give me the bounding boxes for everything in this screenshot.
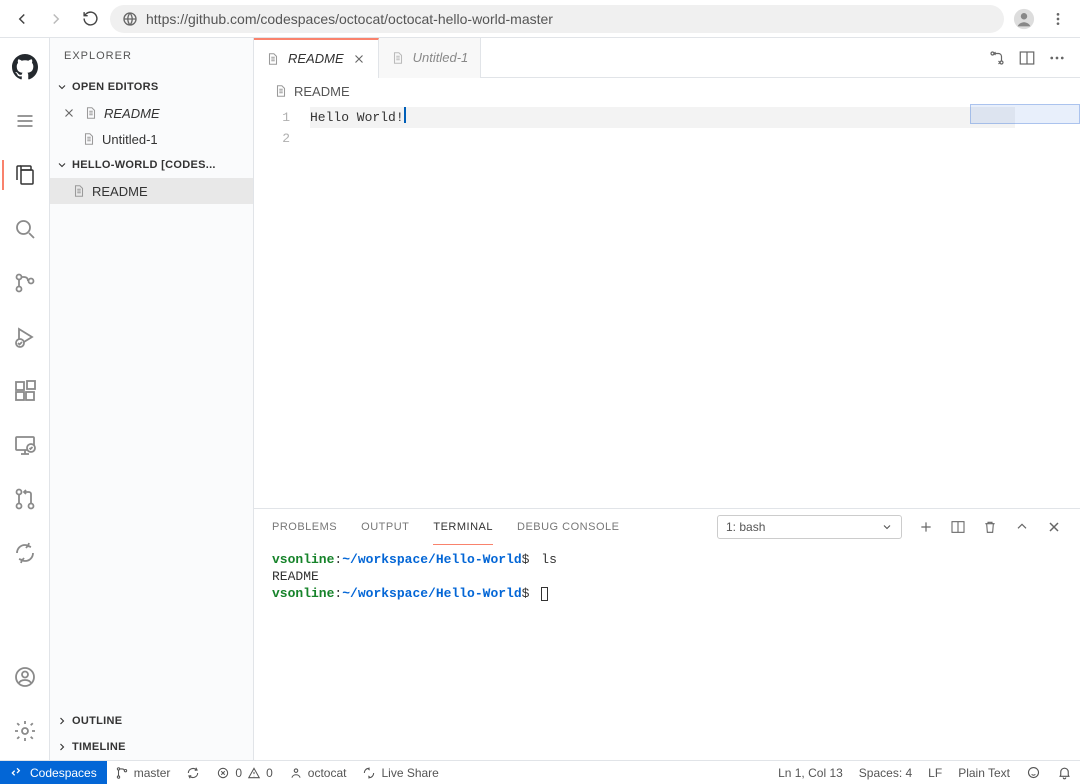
search-icon[interactable] bbox=[2, 210, 48, 248]
chevron-right-icon bbox=[56, 741, 68, 753]
activity-bar bbox=[0, 38, 50, 760]
panel-tab-problems[interactable]: PROBLEMS bbox=[272, 509, 337, 545]
tab-readme[interactable]: README bbox=[254, 38, 379, 78]
file-icon bbox=[72, 184, 86, 198]
tab-untitled[interactable]: Untitled-1 bbox=[379, 38, 482, 78]
git-branch-icon bbox=[115, 766, 129, 780]
file-icon bbox=[84, 106, 98, 120]
more-icon[interactable] bbox=[1048, 49, 1066, 67]
browser-url-text: https://github.com/codespaces/octocat/oc… bbox=[146, 11, 553, 27]
live-share-icon[interactable] bbox=[2, 534, 48, 572]
status-codespaces[interactable]: Codespaces bbox=[0, 761, 107, 784]
status-live-share[interactable]: Live Share bbox=[354, 761, 446, 784]
close-icon[interactable] bbox=[62, 106, 78, 120]
panel-tab-debug[interactable]: DEBUG CONSOLE bbox=[517, 509, 619, 545]
explorer-icon[interactable] bbox=[2, 156, 48, 194]
chevron-down-icon bbox=[56, 81, 68, 93]
debug-icon[interactable] bbox=[2, 318, 48, 356]
status-cursor-pos[interactable]: Ln 1, Col 13 bbox=[770, 761, 851, 784]
source-control-icon[interactable] bbox=[2, 264, 48, 302]
code-editor[interactable]: 12 Hello World! bbox=[254, 104, 1080, 508]
minimap-slider[interactable] bbox=[970, 104, 1080, 124]
bottom-panel: PROBLEMS OUTPUT TERMINAL DEBUG CONSOLE 1… bbox=[254, 508, 1080, 760]
terminal-content[interactable]: vsonline:~/workspace/Hello-World$ ls REA… bbox=[254, 545, 1080, 760]
minimap[interactable] bbox=[970, 104, 1080, 508]
explorer-title: EXPLORER bbox=[50, 38, 253, 74]
split-terminal-icon[interactable] bbox=[950, 519, 966, 535]
file-icon bbox=[274, 84, 288, 98]
globe-icon bbox=[122, 11, 138, 27]
browser-reload-button[interactable] bbox=[76, 5, 104, 33]
remote-icon bbox=[10, 766, 24, 780]
account-icon[interactable] bbox=[2, 658, 48, 696]
close-panel-icon[interactable] bbox=[1046, 519, 1062, 535]
browser-toolbar: https://github.com/codespaces/octocat/oc… bbox=[0, 0, 1080, 38]
compare-changes-icon[interactable] bbox=[988, 49, 1006, 67]
panel-tabs: PROBLEMS OUTPUT TERMINAL DEBUG CONSOLE 1… bbox=[254, 509, 1080, 545]
status-sync[interactable] bbox=[178, 761, 208, 784]
chevron-down-icon bbox=[881, 521, 893, 533]
close-icon[interactable] bbox=[352, 52, 366, 66]
browser-profile-button[interactable] bbox=[1010, 5, 1038, 33]
browser-back-button[interactable] bbox=[8, 5, 36, 33]
status-indentation[interactable]: Spaces: 4 bbox=[851, 761, 920, 784]
breadcrumb[interactable]: README bbox=[254, 78, 1080, 104]
maximize-panel-icon[interactable] bbox=[1014, 519, 1030, 535]
panel-tab-output[interactable]: OUTPUT bbox=[361, 509, 409, 545]
file-icon bbox=[391, 51, 405, 65]
editor-tabs: README Untitled-1 bbox=[254, 38, 1080, 78]
settings-gear-icon[interactable] bbox=[2, 712, 48, 750]
browser-menu-button[interactable] bbox=[1044, 5, 1072, 33]
text-cursor bbox=[404, 107, 406, 123]
terminal-select[interactable]: 1: bash bbox=[717, 515, 902, 539]
menu-icon[interactable] bbox=[2, 102, 48, 140]
new-terminal-icon[interactable] bbox=[918, 519, 934, 535]
open-editors-header[interactable]: OPEN EDITORS bbox=[50, 74, 253, 100]
remote-explorer-icon[interactable] bbox=[2, 426, 48, 464]
explorer-sidebar: EXPLORER OPEN EDITORS README Untitled-1 … bbox=[50, 38, 254, 760]
extensions-icon[interactable] bbox=[2, 372, 48, 410]
status-bell-icon[interactable] bbox=[1049, 761, 1080, 784]
workspace-header[interactable]: HELLO-WORLD [CODES... bbox=[50, 152, 253, 178]
status-bar: Codespaces master 0 0 octocat Live Share… bbox=[0, 760, 1080, 784]
pull-requests-icon[interactable] bbox=[2, 480, 48, 518]
status-eol[interactable]: LF bbox=[920, 761, 950, 784]
file-readme[interactable]: README bbox=[50, 178, 253, 204]
error-icon bbox=[216, 766, 230, 780]
sync-icon bbox=[186, 766, 200, 780]
status-user[interactable]: octocat bbox=[281, 761, 355, 784]
chevron-down-icon bbox=[56, 159, 68, 171]
open-editor-untitled[interactable]: Untitled-1 bbox=[50, 126, 253, 152]
outline-header[interactable]: OUTLINE bbox=[50, 708, 253, 734]
status-problems[interactable]: 0 0 bbox=[208, 761, 280, 784]
github-logo-icon[interactable] bbox=[2, 48, 48, 86]
chevron-right-icon bbox=[56, 715, 68, 727]
browser-forward-button[interactable] bbox=[42, 5, 70, 33]
live-share-icon bbox=[362, 766, 376, 780]
kill-terminal-icon[interactable] bbox=[982, 519, 998, 535]
status-feedback-icon[interactable] bbox=[1018, 761, 1049, 784]
split-editor-icon[interactable] bbox=[1018, 49, 1036, 67]
terminal-cursor bbox=[541, 587, 548, 601]
warning-icon bbox=[247, 766, 261, 780]
browser-url-bar[interactable]: https://github.com/codespaces/octocat/oc… bbox=[110, 5, 1004, 33]
file-icon bbox=[82, 132, 96, 146]
open-editor-readme[interactable]: README bbox=[50, 100, 253, 126]
code-content[interactable]: Hello World! bbox=[310, 104, 1080, 508]
timeline-header[interactable]: TIMELINE bbox=[50, 734, 253, 760]
status-language[interactable]: Plain Text bbox=[950, 761, 1018, 784]
status-branch[interactable]: master bbox=[107, 761, 179, 784]
file-icon bbox=[266, 52, 280, 66]
person-icon bbox=[289, 766, 303, 780]
line-gutter: 12 bbox=[254, 104, 310, 508]
editor-area: README Untitled-1 README 12 Hello World! bbox=[254, 38, 1080, 760]
panel-tab-terminal[interactable]: TERMINAL bbox=[433, 509, 493, 545]
